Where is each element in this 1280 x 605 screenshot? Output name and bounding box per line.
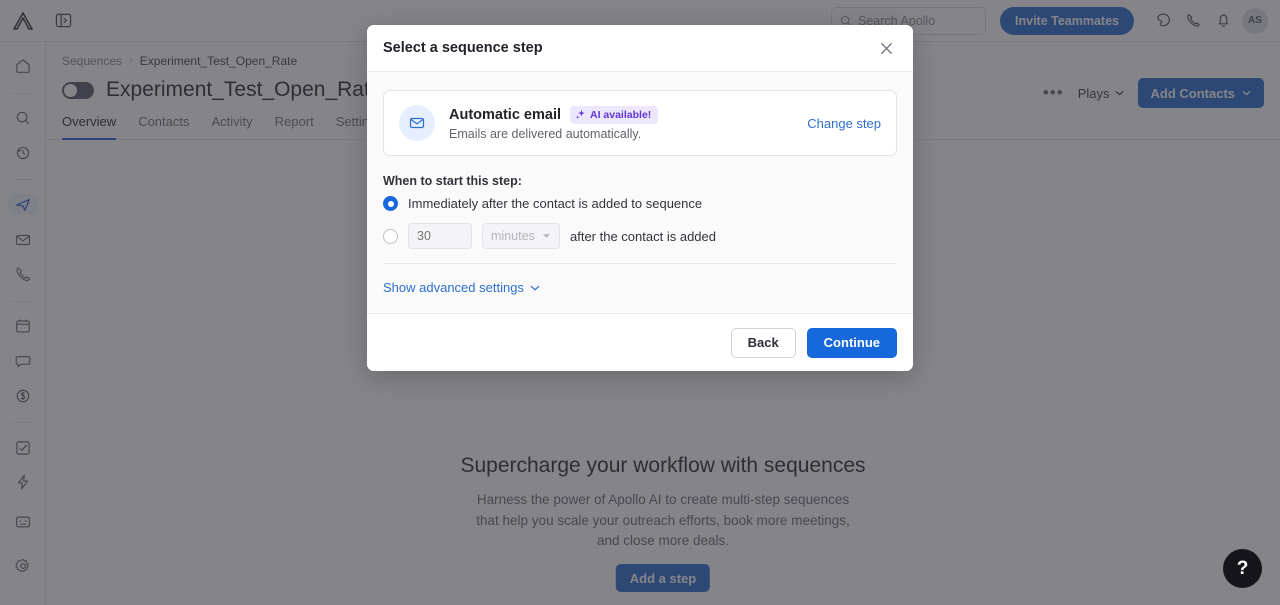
- advanced-settings-label: Show advanced settings: [383, 280, 524, 295]
- change-step-link[interactable]: Change step: [807, 116, 881, 131]
- dialog-body: Automatic email AI available! Emails are…: [367, 72, 913, 313]
- help-button[interactable]: ?: [1223, 549, 1262, 588]
- close-icon[interactable]: [875, 37, 897, 59]
- step-text-block: Automatic email AI available! Emails are…: [449, 105, 793, 141]
- selected-step-card: Automatic email AI available! Emails are…: [383, 90, 897, 156]
- back-button[interactable]: Back: [730, 327, 796, 358]
- show-advanced-settings-link[interactable]: Show advanced settings: [383, 280, 540, 295]
- option-immediately-row[interactable]: Immediately after the contact is added t…: [383, 196, 897, 211]
- chevron-down-icon: [542, 233, 551, 239]
- continue-button[interactable]: Continue: [806, 327, 897, 358]
- dialog-title: Select a sequence step: [383, 40, 543, 56]
- step-title-row: Automatic email AI available!: [449, 105, 793, 124]
- option-delay-row[interactable]: minutes after the contact is added: [383, 223, 897, 249]
- delay-suffix-label: after the contact is added: [570, 228, 716, 244]
- delay-unit-value: minutes: [491, 229, 535, 243]
- select-sequence-step-dialog: Select a sequence step Automatic email A…: [367, 25, 913, 371]
- step-description: Emails are delivered automatically.: [449, 126, 642, 141]
- when-to-start-label: When to start this step:: [383, 174, 522, 188]
- sparkle-icon: [575, 109, 586, 120]
- radio-delay[interactable]: [383, 228, 398, 244]
- dialog-footer: Back Continue: [367, 313, 913, 371]
- step-title: Automatic email: [449, 106, 561, 123]
- radio-immediately-label: Immediately after the contact is added t…: [408, 196, 703, 211]
- chevron-down-icon: [530, 285, 540, 291]
- body-divider: [383, 263, 897, 264]
- radio-immediately[interactable]: [383, 196, 398, 211]
- dialog-header: Select a sequence step: [367, 25, 913, 72]
- ai-available-badge: AI available!: [570, 105, 659, 124]
- delay-value-input[interactable]: [408, 223, 472, 249]
- delay-unit-select[interactable]: minutes: [482, 223, 560, 249]
- envelope-icon: [399, 105, 435, 141]
- ai-badge-label: AI available!: [590, 108, 652, 121]
